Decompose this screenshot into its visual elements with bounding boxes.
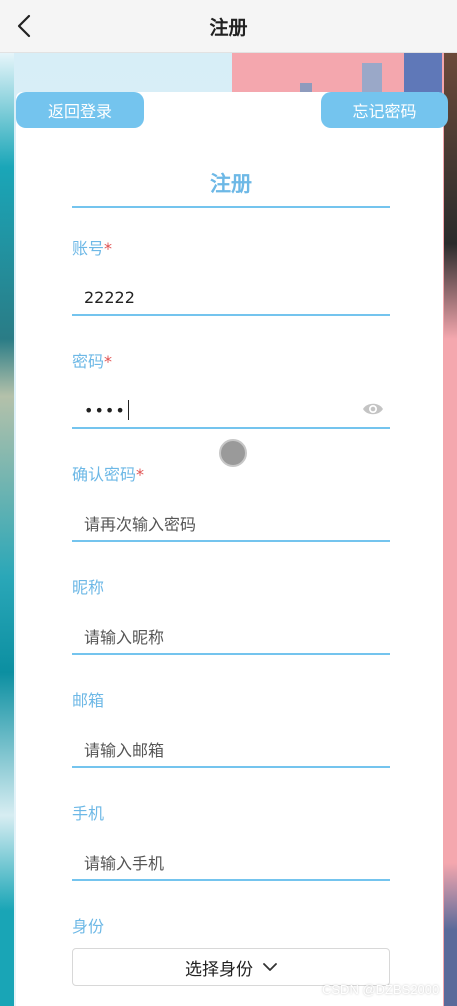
watermark: CSDN @DZBS2000 (322, 982, 440, 997)
back-to-login-button[interactable]: 返回登录 (16, 92, 144, 128)
forgot-password-button[interactable]: 忘记密码 (321, 92, 448, 128)
touch-indicator (219, 439, 247, 467)
nickname-input[interactable]: 请输入昵称 (72, 619, 390, 655)
chevron-down-icon (263, 962, 277, 972)
confirm-password-input[interactable]: 请再次输入密码 (72, 506, 390, 542)
nickname-label: 昵称 (72, 578, 105, 597)
email-label: 邮箱 (72, 691, 105, 710)
account-value: 22222 (84, 287, 135, 307)
confirm-password-placeholder: 请再次输入密码 (84, 515, 197, 534)
text-caret (127, 400, 130, 420)
email-placeholder: 请输入邮箱 (84, 741, 165, 760)
account-field: 账号* 22222 (72, 238, 390, 316)
identity-select-text: 选择身份 (185, 959, 253, 980)
password-label: 密码* (72, 352, 113, 371)
account-label: 账号* (72, 239, 113, 258)
confirm-password-field: 确认密码* 请再次输入密码 (72, 464, 390, 542)
email-field: 邮箱 请输入邮箱 (72, 690, 390, 768)
form-title: 注册 (210, 172, 252, 196)
password-field: 密码* •••• (72, 351, 390, 429)
title-divider (72, 206, 390, 208)
identity-field: 身份 (72, 916, 390, 938)
phone-placeholder: 请输入手机 (84, 854, 165, 873)
password-value: •••• (84, 400, 126, 420)
eye-icon[interactable] (362, 401, 384, 417)
back-arrow-icon[interactable] (12, 12, 36, 40)
identity-select[interactable]: 选择身份 (72, 948, 390, 986)
phone-field: 手机 请输入手机 (72, 803, 390, 881)
nickname-placeholder: 请输入昵称 (84, 628, 165, 647)
nickname-field: 昵称 请输入昵称 (72, 577, 390, 655)
phone-input[interactable]: 请输入手机 (72, 845, 390, 881)
confirm-password-label: 确认密码* (72, 465, 145, 484)
page-title: 注册 (209, 16, 248, 39)
email-input[interactable]: 请输入邮箱 (72, 732, 390, 768)
top-nav-bar: 注册 (0, 0, 457, 53)
account-input[interactable]: 22222 (72, 280, 390, 316)
phone-label: 手机 (72, 804, 105, 823)
identity-label: 身份 (72, 917, 105, 936)
password-input[interactable]: •••• (72, 393, 390, 429)
